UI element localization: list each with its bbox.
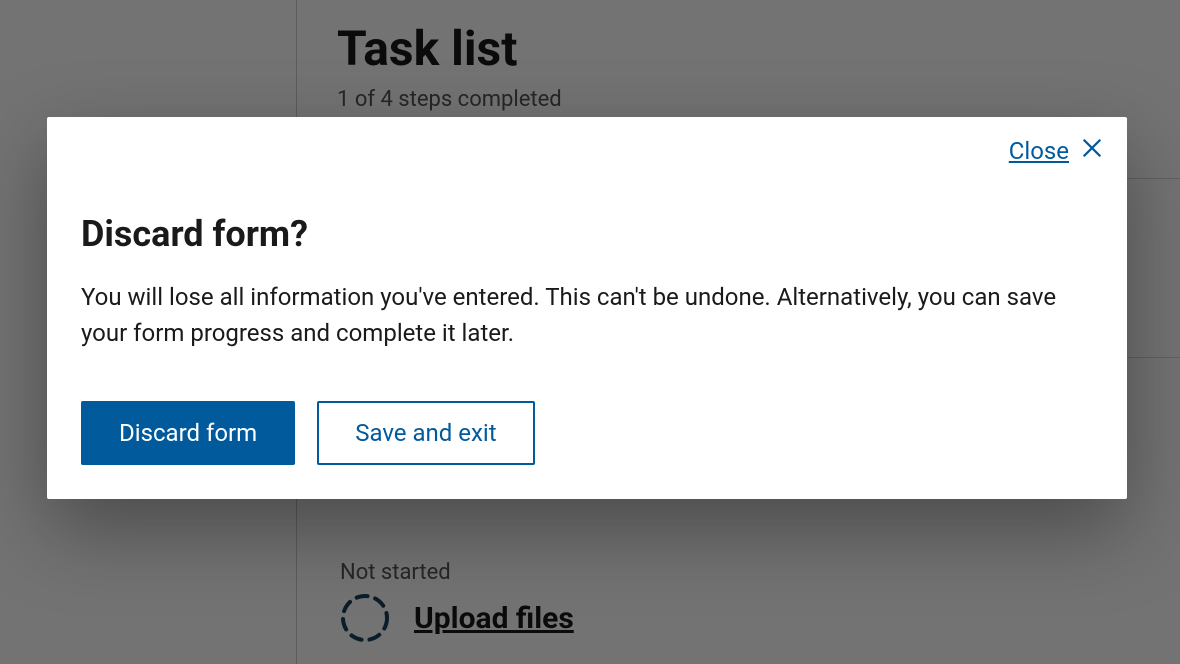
close-label: Close <box>1009 137 1069 165</box>
modal-body-text: You will lose all information you've ent… <box>81 279 1061 351</box>
discard-form-modal: Close Discard form? You will lose all in… <box>47 117 1127 499</box>
modal-actions: Discard form Save and exit <box>81 401 1093 465</box>
close-icon <box>1081 137 1103 165</box>
close-button[interactable]: Close <box>1009 137 1103 165</box>
save-and-exit-button[interactable]: Save and exit <box>317 401 534 465</box>
modal-title: Discard form? <box>81 213 1093 255</box>
discard-form-button[interactable]: Discard form <box>81 401 295 465</box>
